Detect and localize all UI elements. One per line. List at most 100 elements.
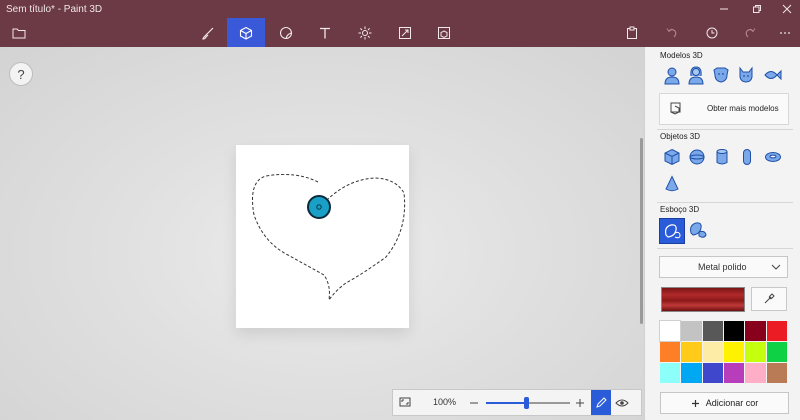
plus-icon bbox=[576, 399, 584, 407]
zoom-slider-thumb[interactable] bbox=[524, 397, 530, 409]
fit-view-button[interactable] bbox=[398, 395, 412, 414]
tab-text[interactable] bbox=[306, 18, 344, 47]
close-icon bbox=[782, 4, 792, 14]
sketch-title: Esboço 3D bbox=[660, 205, 700, 214]
3d-shapes-icon bbox=[239, 26, 253, 40]
object-torus[interactable] bbox=[762, 146, 784, 168]
palette-swatch[interactable] bbox=[660, 342, 681, 362]
object-cone[interactable] bbox=[661, 173, 683, 195]
close-button[interactable] bbox=[772, 0, 800, 18]
restore-button[interactable] bbox=[742, 0, 772, 18]
sketch-soft-icon bbox=[690, 222, 707, 238]
title-bar: Sem título* - Paint 3D bbox=[0, 0, 800, 18]
sketch-sharp-icon bbox=[664, 224, 681, 239]
main-toolbar bbox=[0, 18, 800, 47]
capsule-icon bbox=[743, 149, 751, 165]
tab-canvas[interactable] bbox=[386, 18, 424, 47]
eyedropper-icon bbox=[764, 293, 775, 304]
minimize-icon bbox=[720, 8, 728, 10]
tab-stickers[interactable] bbox=[267, 18, 305, 47]
object-cube[interactable] bbox=[661, 146, 683, 168]
dog-icon bbox=[713, 67, 729, 83]
zoom-out-button[interactable] bbox=[469, 396, 479, 414]
palette-swatch[interactable] bbox=[724, 342, 745, 362]
paste-button[interactable] bbox=[613, 18, 651, 47]
object-sphere[interactable] bbox=[686, 146, 708, 168]
more-icon bbox=[780, 31, 790, 34]
folder-icon bbox=[12, 28, 26, 38]
drawing-canvas[interactable] bbox=[236, 145, 409, 328]
minimize-button[interactable] bbox=[709, 0, 739, 18]
zoom-in-button[interactable] bbox=[575, 396, 585, 414]
menu-button[interactable] bbox=[0, 18, 38, 47]
restore-icon bbox=[753, 5, 761, 13]
palette-swatch[interactable] bbox=[681, 321, 702, 341]
palette-swatch[interactable] bbox=[658, 320, 682, 342]
palette-swatch[interactable] bbox=[745, 321, 766, 341]
palette-swatch[interactable] bbox=[724, 321, 745, 341]
object-capsule[interactable] bbox=[736, 146, 758, 168]
palette-swatch[interactable] bbox=[766, 342, 787, 362]
material-dropdown[interactable]: Metal polido bbox=[659, 256, 788, 278]
paste-icon bbox=[627, 26, 637, 39]
edit-mode-button[interactable] bbox=[591, 390, 611, 415]
plus-icon bbox=[691, 399, 699, 407]
person-female-icon bbox=[688, 66, 704, 85]
tab-effects[interactable] bbox=[346, 18, 384, 47]
palette-swatch[interactable] bbox=[660, 363, 681, 383]
fit-view-icon bbox=[399, 397, 411, 407]
effects-icon bbox=[358, 26, 372, 39]
zoom-slider[interactable] bbox=[486, 397, 570, 409]
stickers-icon bbox=[279, 26, 293, 39]
sketch-sharp-edge-button[interactable] bbox=[659, 218, 685, 244]
get-more-models-label: Obter mais modelos bbox=[707, 104, 779, 113]
separator bbox=[657, 248, 793, 249]
palette-swatch[interactable] bbox=[702, 363, 723, 383]
palette-swatch[interactable] bbox=[766, 321, 787, 341]
sketch-soft-edge-button[interactable] bbox=[687, 219, 709, 241]
redo-icon bbox=[745, 27, 756, 37]
eyedropper-button[interactable] bbox=[751, 287, 787, 311]
history-button[interactable] bbox=[693, 18, 731, 47]
sphere-icon bbox=[689, 149, 705, 165]
undo-button[interactable] bbox=[653, 18, 691, 47]
model-woman[interactable] bbox=[685, 64, 707, 86]
material-value: Metal polido bbox=[698, 262, 747, 272]
models-title: Modelos 3D bbox=[660, 51, 703, 60]
get-more-models-button[interactable]: Obter mais modelos bbox=[659, 93, 789, 125]
vertical-scrollbar[interactable] bbox=[640, 138, 643, 324]
more-options-button[interactable] bbox=[766, 18, 800, 47]
palette-swatch[interactable] bbox=[681, 363, 702, 383]
window-title: Sem título* - Paint 3D bbox=[6, 4, 103, 15]
zoom-value: 100% bbox=[433, 397, 457, 407]
model-dog[interactable] bbox=[710, 64, 732, 86]
palette-swatch[interactable] bbox=[745, 342, 766, 362]
palette-swatch[interactable] bbox=[702, 342, 723, 362]
model-man[interactable] bbox=[661, 64, 683, 86]
pencil-icon bbox=[596, 396, 607, 408]
palette-swatch[interactable] bbox=[724, 363, 745, 383]
torus-icon bbox=[765, 152, 781, 162]
objects-title: Objetos 3D bbox=[660, 132, 701, 141]
zoom-slider-fill bbox=[486, 402, 527, 404]
object-cylinder[interactable] bbox=[711, 146, 733, 168]
add-color-button[interactable]: Adicionar cor bbox=[660, 392, 789, 414]
help-button[interactable]: ? bbox=[9, 62, 33, 86]
sphere-object[interactable] bbox=[306, 193, 336, 223]
tab-brushes[interactable] bbox=[189, 18, 227, 47]
palette-swatch[interactable] bbox=[745, 363, 766, 383]
tab-3d-library[interactable] bbox=[425, 18, 463, 47]
palette-swatch[interactable] bbox=[702, 321, 723, 341]
palette-swatch[interactable] bbox=[766, 363, 787, 383]
undo-icon bbox=[666, 27, 677, 37]
model-fish[interactable] bbox=[761, 64, 783, 86]
palette-swatch[interactable] bbox=[681, 342, 702, 362]
heart-sketch[interactable] bbox=[236, 145, 409, 328]
side-panel: Modelos 3D Obter mais modelos Objetos 3D… bbox=[644, 47, 800, 420]
redo-button[interactable] bbox=[731, 18, 769, 47]
view-3d-button[interactable] bbox=[615, 396, 629, 414]
current-color-swatch[interactable] bbox=[661, 287, 745, 312]
tab-3d-shapes[interactable] bbox=[227, 18, 265, 47]
separator bbox=[657, 129, 793, 130]
model-cat[interactable] bbox=[735, 64, 757, 86]
